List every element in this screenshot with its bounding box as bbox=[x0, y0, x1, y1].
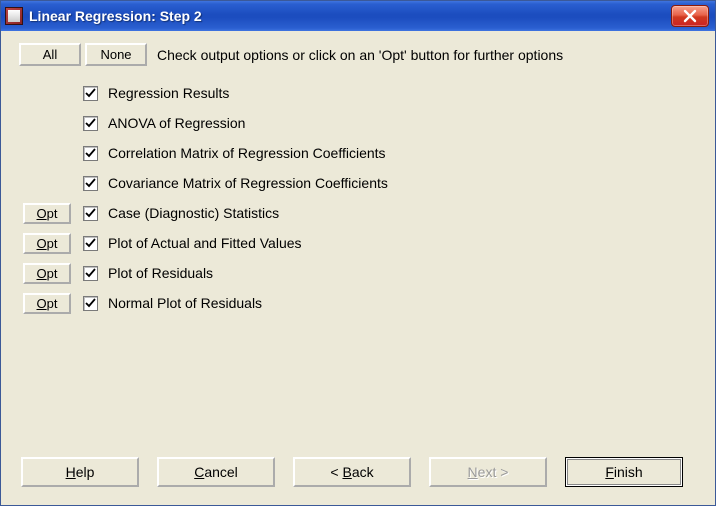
checkbox[interactable] bbox=[83, 116, 98, 131]
top-row: All None Check output options or click o… bbox=[19, 43, 697, 66]
window-title: Linear Regression: Step 2 bbox=[29, 8, 671, 24]
spacer bbox=[19, 318, 697, 451]
option-label: Normal Plot of Residuals bbox=[108, 295, 262, 311]
option-label: Correlation Matrix of Regression Coeffic… bbox=[108, 145, 386, 161]
close-button[interactable] bbox=[671, 5, 709, 27]
option-row: Covariance Matrix of Regression Coeffici… bbox=[23, 168, 697, 198]
option-label: Case (Diagnostic) Statistics bbox=[108, 205, 279, 221]
finish-label: Finish bbox=[605, 464, 642, 480]
client-area: All None Check output options or click o… bbox=[1, 31, 715, 505]
option-label: Plot of Actual and Fitted Values bbox=[108, 235, 302, 251]
all-button[interactable]: All bbox=[19, 43, 81, 66]
back-label: < Back bbox=[330, 464, 373, 480]
option-label: ANOVA of Regression bbox=[108, 115, 245, 131]
option-label: Regression Results bbox=[108, 85, 229, 101]
titlebar: Linear Regression: Step 2 bbox=[1, 1, 715, 31]
option-row: Opt Case (Diagnostic) Statistics bbox=[23, 198, 697, 228]
next-label: Next > bbox=[468, 464, 509, 480]
checkbox[interactable] bbox=[83, 86, 98, 101]
checkbox[interactable] bbox=[83, 176, 98, 191]
cancel-label: Cancel bbox=[194, 464, 238, 480]
instruction-text: Check output options or click on an 'Opt… bbox=[157, 47, 563, 63]
next-button: Next > bbox=[429, 457, 547, 487]
dialog-window: Linear Regression: Step 2 All None Check… bbox=[0, 0, 716, 506]
checkbox[interactable] bbox=[83, 146, 98, 161]
option-row: Regression Results bbox=[23, 78, 697, 108]
options-list: Regression Results ANOVA of Regression Cor… bbox=[23, 78, 697, 318]
help-button[interactable]: Help bbox=[21, 457, 139, 487]
checkbox[interactable] bbox=[83, 266, 98, 281]
back-button[interactable]: < Back bbox=[293, 457, 411, 487]
option-row: Opt Plot of Actual and Fitted Values bbox=[23, 228, 697, 258]
none-button[interactable]: None bbox=[85, 43, 147, 66]
opt-button[interactable]: Opt bbox=[23, 233, 71, 254]
cancel-button[interactable]: Cancel bbox=[157, 457, 275, 487]
option-row: Opt Plot of Residuals bbox=[23, 258, 697, 288]
finish-button[interactable]: Finish bbox=[565, 457, 683, 487]
help-label: Help bbox=[66, 464, 95, 480]
option-row: Correlation Matrix of Regression Coeffic… bbox=[23, 138, 697, 168]
checkbox[interactable] bbox=[83, 206, 98, 221]
button-bar: Help Cancel < Back Next > Finish bbox=[19, 451, 697, 497]
option-label: Plot of Residuals bbox=[108, 265, 213, 281]
opt-button[interactable]: Opt bbox=[23, 263, 71, 284]
close-icon bbox=[683, 9, 697, 23]
option-label: Covariance Matrix of Regression Coeffici… bbox=[108, 175, 388, 191]
checkbox[interactable] bbox=[83, 296, 98, 311]
opt-button[interactable]: Opt bbox=[23, 203, 71, 224]
app-icon bbox=[5, 7, 23, 25]
opt-button[interactable]: Opt bbox=[23, 293, 71, 314]
checkbox[interactable] bbox=[83, 236, 98, 251]
option-row: Opt Normal Plot of Residuals bbox=[23, 288, 697, 318]
option-row: ANOVA of Regression bbox=[23, 108, 697, 138]
